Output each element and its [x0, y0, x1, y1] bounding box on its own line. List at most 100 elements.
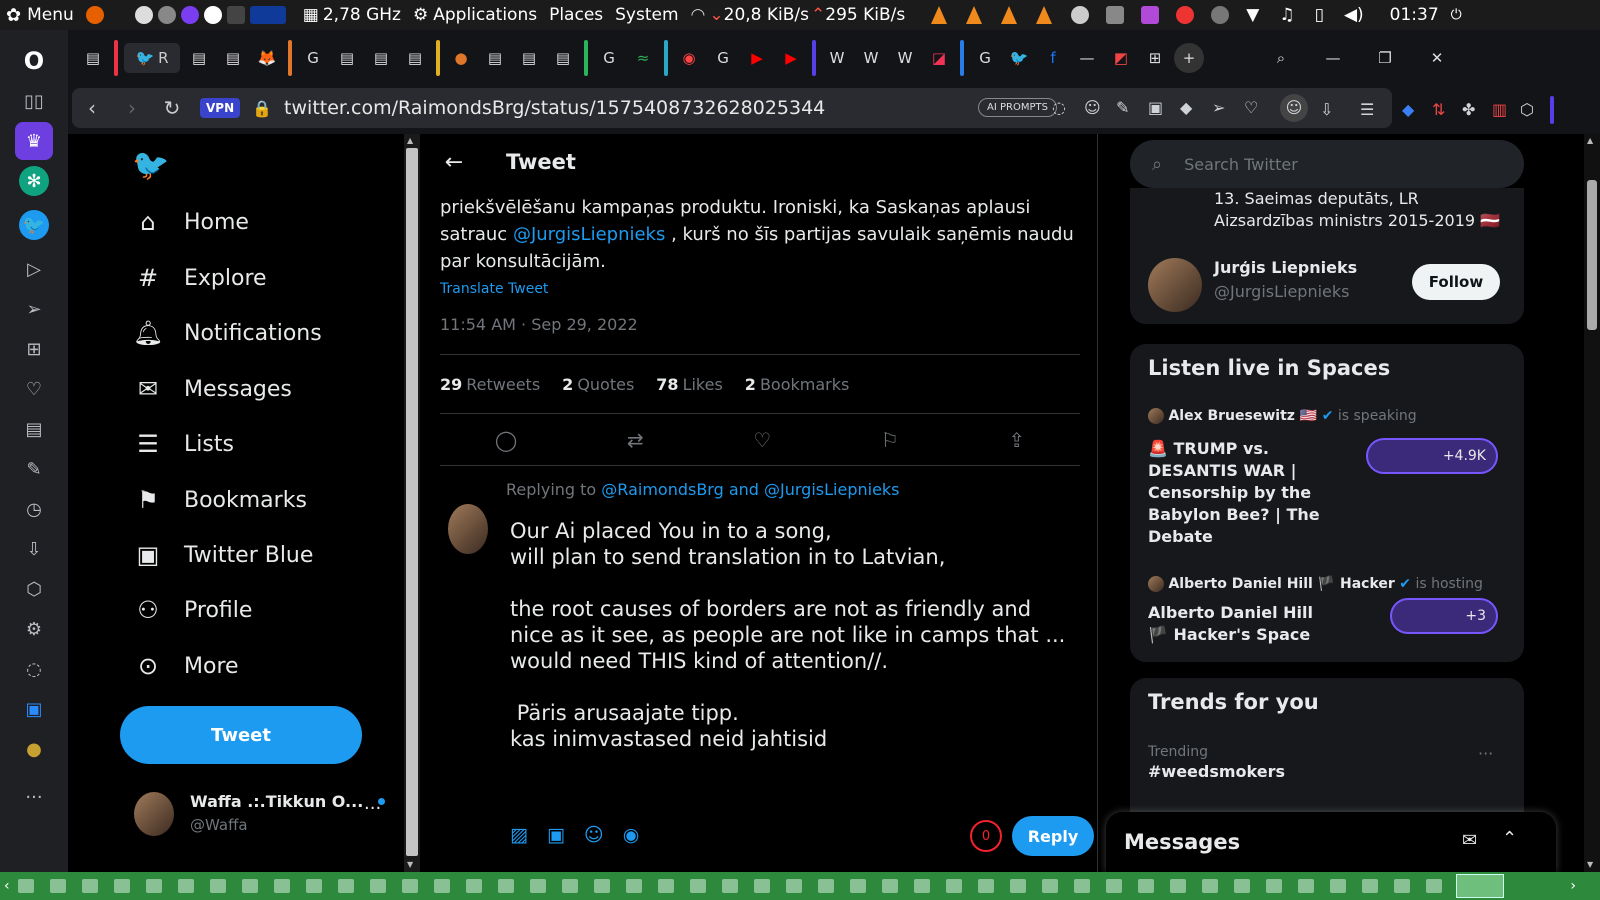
taskbar-window[interactable]: [721, 879, 738, 893]
heart-icon[interactable]: ♡: [1244, 98, 1258, 117]
opera-icon[interactable]: [203, 6, 222, 24]
taskbar-window[interactable]: [1201, 879, 1218, 893]
tab-page-icon[interactable]: ▤: [366, 43, 396, 73]
taskbar-window[interactable]: [1233, 879, 1250, 893]
nav-messages[interactable]: ✉ Messages: [132, 375, 292, 403]
taskbar-window[interactable]: [177, 879, 194, 893]
taskbar-window[interactable]: [337, 879, 354, 893]
player-icon[interactable]: ▷: [15, 250, 53, 288]
close-icon[interactable]: ✕: [1422, 43, 1452, 73]
ai-prompts-button[interactable]: AI PROMPTS: [978, 98, 1057, 117]
extension-icon[interactable]: ◆: [1402, 100, 1414, 119]
reply-textarea[interactable]: Our Ai placed You in to a song, will pla…: [510, 518, 1070, 752]
tray-launchers[interactable]: [85, 6, 291, 24]
stat-likes[interactable]: 78 Likes: [656, 375, 723, 394]
image-icon[interactable]: ▨: [510, 824, 528, 846]
taskbar-window[interactable]: [785, 879, 802, 893]
tweet-timestamp[interactable]: 11:54 AM · Sep 29, 2022: [440, 311, 1080, 338]
scrollbar[interactable]: ▲ ▼: [1584, 134, 1600, 872]
tab-google-icon[interactable]: G: [708, 43, 738, 73]
taskbar-window[interactable]: [113, 879, 130, 893]
opera-logo-icon[interactable]: O: [15, 42, 53, 80]
cube-icon[interactable]: ⬡: [1520, 100, 1534, 119]
taskbar-window[interactable]: [241, 879, 258, 893]
extension-icon[interactable]: ✤: [1462, 100, 1475, 119]
location-icon[interactable]: ◉: [623, 824, 640, 846]
suggest-name[interactable]: Jurģis Liepnieks: [1214, 258, 1357, 277]
easy-setup-icon[interactable]: ☰: [1360, 100, 1374, 119]
space-item[interactable]: Alex Bruesewitz 🇺🇸 ✔ is speaking 🚨 TRUMP…: [1148, 408, 1508, 548]
extension-icon[interactable]: ●: [15, 730, 53, 768]
emoji-icon[interactable]: ☺: [1084, 98, 1101, 117]
vlc-icon[interactable]: [966, 6, 983, 24]
wifi-signal-icon[interactable]: ▼: [1246, 5, 1259, 25]
tab-wikipedia-icon[interactable]: W: [890, 43, 920, 73]
new-tab-button[interactable]: +: [1174, 43, 1204, 73]
tab-app-icon[interactable]: ≈: [628, 43, 658, 73]
nav-profile[interactable]: ⚇ Profile: [132, 596, 252, 624]
taskbar-window[interactable]: [1041, 879, 1058, 893]
download-icon[interactable]: ⇩: [1320, 100, 1333, 119]
system-menu[interactable]: System: [615, 5, 678, 25]
taskbar-window[interactable]: [49, 879, 66, 893]
taskbar-window[interactable]: [913, 879, 930, 893]
tab-google-icon[interactable]: G: [298, 43, 328, 73]
tab-twitter-icon[interactable]: 🐦: [1004, 43, 1034, 73]
follow-button[interactable]: Follow: [1412, 264, 1500, 300]
taskbar-window[interactable]: [17, 879, 34, 893]
taskbar-window[interactable]: [273, 879, 290, 893]
taskbar-window[interactable]: [305, 879, 322, 893]
crown-icon[interactable]: ♛: [15, 122, 53, 160]
menu-button[interactable]: ✿ Menu: [6, 5, 74, 26]
tab-facebook-icon[interactable]: f: [1038, 43, 1068, 73]
settings-icon[interactable]: [157, 6, 176, 24]
applications-menu[interactable]: ⚙ Applications: [413, 5, 537, 25]
app-icon[interactable]: [180, 6, 199, 24]
more-dots-icon[interactable]: ···: [15, 778, 53, 816]
address-bar[interactable]: ‹ › ↻ VPN 🔒 twitter.com/RaimondsBrg/stat…: [72, 88, 1392, 128]
more-dots-icon[interactable]: ···: [1478, 744, 1493, 763]
retweet-icon[interactable]: ⇄: [627, 428, 644, 452]
taskbar-window[interactable]: [401, 879, 418, 893]
share-icon[interactable]: ⇪: [1008, 428, 1025, 452]
chatgpt-icon[interactable]: ✻: [19, 166, 49, 196]
news-icon[interactable]: ▤: [15, 410, 53, 448]
places-menu[interactable]: Places: [549, 5, 603, 25]
send-icon[interactable]: ➢: [15, 290, 53, 328]
tab-page-icon[interactable]: ▤: [78, 43, 108, 73]
notification-bell-icon[interactable]: ♫: [1279, 5, 1294, 25]
taskbar-window[interactable]: [1137, 879, 1154, 893]
firefox-icon[interactable]: [85, 6, 104, 24]
taskbar-window[interactable]: [945, 879, 962, 893]
chat-app-icon[interactable]: ▣: [15, 690, 53, 728]
edit-icon[interactable]: ✎: [1116, 98, 1129, 117]
taskbar-window[interactable]: [977, 879, 994, 893]
send-icon[interactable]: ➢: [1212, 98, 1225, 117]
back-icon[interactable]: ‹: [72, 96, 112, 120]
tab-wikipedia-icon[interactable]: W: [822, 43, 852, 73]
taskbar-window-active[interactable]: [1455, 874, 1504, 898]
tab-page-icon[interactable]: ▤: [400, 43, 430, 73]
tab-page-icon[interactable]: ▤: [218, 43, 248, 73]
tab-page-icon[interactable]: —: [1072, 43, 1102, 73]
scrollbar-thumb[interactable]: [1587, 180, 1597, 330]
taskbar-window[interactable]: [465, 879, 482, 893]
taskbar-window[interactable]: [1297, 879, 1314, 893]
tab-ask-icon[interactable]: ●: [446, 43, 476, 73]
stat-bookmarks[interactable]: 2 Bookmarks: [745, 375, 850, 394]
app-launcher-icon[interactable]: [134, 6, 153, 24]
taskbar-window[interactable]: [1073, 879, 1090, 893]
info-icon[interactable]: [1211, 6, 1230, 24]
camera-icon[interactable]: ▣: [1148, 98, 1163, 117]
taskbar-window[interactable]: [529, 879, 546, 893]
taskbar-window[interactable]: [1329, 879, 1346, 893]
taskbar-window[interactable]: [81, 879, 98, 893]
mention-link[interactable]: @JurgisLiepnieks: [513, 224, 665, 245]
stat-retweets[interactable]: 29 Retweets: [440, 375, 540, 394]
taskbar-window[interactable]: [1009, 879, 1026, 893]
battery-icon[interactable]: ▯: [1315, 5, 1324, 25]
scroll-up-icon[interactable]: ▲: [407, 136, 413, 145]
lightbulb-icon[interactable]: ◌: [15, 650, 53, 688]
bookmark-icon[interactable]: ⚐: [881, 428, 899, 452]
taskbar-window[interactable]: [1425, 879, 1442, 893]
